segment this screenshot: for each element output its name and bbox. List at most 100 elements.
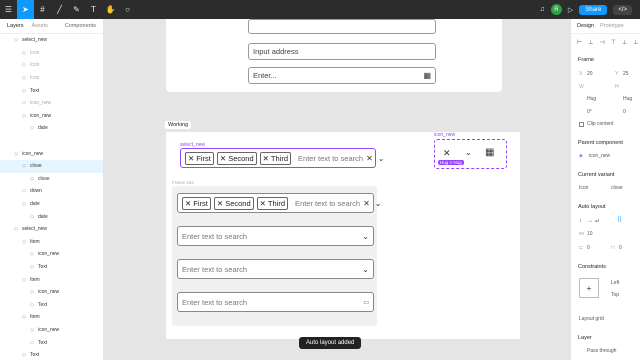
constraint-horizontal[interactable]: Left [611, 280, 619, 286]
layer-row[interactable]: ◇ Text [0, 349, 103, 360]
layer-row[interactable]: ◇ Item [0, 273, 103, 286]
chip[interactable]: ✕ Second [213, 196, 254, 210]
layer-row[interactable]: ◇ Text [0, 298, 103, 311]
pen-tool-icon[interactable]: ╱ [51, 0, 68, 19]
width-mode[interactable]: Hug [587, 96, 596, 102]
working-frame-label[interactable]: Working [165, 121, 192, 129]
height-mode[interactable]: Hug [623, 96, 632, 102]
chip[interactable]: ✕ First [182, 196, 211, 210]
chip[interactable]: ✕ Third [259, 151, 292, 165]
layer-row[interactable]: ◇ Text [0, 261, 103, 274]
tab-assets[interactable]: Assets [32, 23, 49, 29]
gap-value[interactable]: 10 [587, 231, 593, 237]
horizontal-direction-icon[interactable]: → [587, 218, 593, 224]
wrap-direction-icon[interactable]: ↵ [595, 218, 600, 225]
chevron-down-icon[interactable]: ⌄ [362, 232, 369, 241]
blend-mode-select[interactable]: Pass through [587, 348, 616, 354]
alignment-grid-icon[interactable]: ⠿ [617, 216, 622, 224]
layer-row[interactable]: ◇ Text [0, 336, 103, 349]
share-button[interactable]: Share [579, 4, 608, 15]
layer-row[interactable]: ◇ date [0, 198, 103, 211]
chevron-down-icon[interactable]: ⌄ [362, 265, 369, 274]
close-icon[interactable]: ✕ [217, 199, 223, 208]
clear-icon[interactable]: ✕ [363, 199, 370, 208]
rotation-value[interactable]: 0° [587, 109, 592, 115]
close-icon[interactable]: ✕ [185, 199, 191, 208]
components-dropdown[interactable]: Components [65, 23, 96, 29]
layer-row[interactable]: ◇ close [0, 173, 103, 186]
layer-row[interactable]: ◇ date [0, 122, 103, 135]
play-icon[interactable]: ▷ [568, 6, 573, 14]
comment-tool-icon[interactable]: ○ [119, 0, 136, 19]
address-input[interactable]: Input address [248, 43, 436, 60]
shape-tool-icon[interactable]: ✎ [68, 0, 85, 19]
avatar[interactable]: R [550, 4, 562, 15]
align-right-icon[interactable]: ⊣ [599, 39, 604, 46]
frame-tool-icon[interactable]: # [34, 0, 51, 19]
dev-mode-button[interactable]: </> [613, 4, 632, 15]
chip[interactable]: ✕ Second [216, 151, 257, 165]
form-frame[interactable]: Input address Enter... ▦ [166, 19, 502, 92]
constraints-widget[interactable]: + [579, 278, 599, 298]
layer-row[interactable]: ◇ select_new [0, 34, 103, 47]
select-empty[interactable]: Enter text to search ⌄ [177, 226, 374, 246]
chip[interactable]: ✕ First [185, 151, 214, 165]
parent-component-value[interactable]: icon_new [589, 153, 610, 159]
chip[interactable]: ✕ Third [256, 196, 289, 210]
layer-row[interactable]: ◇ icon_new [0, 324, 103, 337]
hand-tool-icon[interactable]: ✋ [102, 0, 119, 19]
close-icon[interactable]: ✕ [188, 154, 194, 163]
top-partial-input[interactable] [248, 19, 436, 34]
layer-row[interactable]: ◇ date [0, 210, 103, 223]
move-tool-icon[interactable]: ➤ [17, 0, 34, 19]
layer-row[interactable] [0, 135, 103, 148]
close-icon[interactable]: ✕ [443, 148, 451, 159]
align-center-icon[interactable]: ⊥ [588, 39, 593, 46]
canvas[interactable]: Input address Enter... ▦ Working select_… [104, 19, 570, 360]
align-bottom-icon[interactable]: ⊥ [633, 39, 638, 46]
layer-row[interactable]: ◇ Item [0, 311, 103, 324]
layer-row[interactable]: ◇ close [0, 159, 103, 173]
layer-row[interactable]: ◇ icon_new [0, 286, 103, 299]
text-tool-icon[interactable]: T [85, 0, 102, 19]
clip-content-checkbox[interactable] [579, 122, 584, 127]
layer-row[interactable]: ◇ Item [0, 236, 103, 249]
layer-row[interactable]: ◇ icon_new [0, 147, 103, 160]
calendar-icon[interactable]: ▦ [485, 147, 494, 158]
layer-row[interactable]: ◇ select_new [0, 223, 103, 236]
tab-design[interactable]: Design [577, 23, 594, 29]
down-icon[interactable]: ⌄ [465, 148, 472, 157]
select-new-instance[interactable]: ✕ First ✕ Second ✕ Third Enter text to sear… [180, 148, 384, 168]
keyboard-icon[interactable]: ▭ [363, 299, 369, 306]
radius-value[interactable]: 0 [623, 109, 626, 115]
select-empty[interactable]: Enter text to search ⌄ [177, 259, 374, 279]
variant-value-select[interactable]: close [611, 185, 623, 191]
layer-row[interactable]: ◇ Icon [0, 72, 103, 85]
menu-icon[interactable]: ☰ [0, 0, 17, 19]
align-top-icon[interactable]: ⊤ [611, 39, 616, 46]
layer-row[interactable]: ◇ Icon [0, 59, 103, 72]
close-icon[interactable]: ✕ [260, 199, 266, 208]
date-input[interactable]: Enter... ▦ [248, 67, 436, 84]
headphones-icon[interactable]: ♫ [540, 6, 545, 13]
layout-grid-title[interactable]: Layout grid [579, 316, 604, 322]
padding-vertical-value[interactable]: 0 [619, 245, 622, 251]
layer-row[interactable]: ◇ down [0, 185, 103, 198]
tab-prototype[interactable]: Prototype [600, 23, 624, 29]
constraint-vertical[interactable]: Top [611, 292, 619, 298]
y-value[interactable]: 25 [623, 71, 629, 77]
layer-row[interactable]: ◇ Text [0, 84, 103, 97]
close-icon[interactable]: ✕ [263, 154, 269, 163]
layer-row[interactable]: ◇ icon_new [0, 97, 103, 110]
layer-row[interactable]: ◇ icon_new [0, 248, 103, 261]
align-left-icon[interactable]: ⊢ [577, 39, 582, 46]
align-middle-icon[interactable]: ⊥ [622, 39, 627, 46]
calendar-icon[interactable]: ▦ [423, 71, 431, 80]
select-multi[interactable]: ✕ First ✕ Second ✕ Third Enter text to sear… [177, 193, 381, 213]
working-frame[interactable]: select_new ✕ First ✕ Second ✕ Third Enter t… [166, 132, 520, 339]
padding-horizontal-value[interactable]: 0 [587, 245, 590, 251]
select-date[interactable]: Enter text to search ▭ [177, 292, 374, 312]
vertical-direction-icon[interactable]: ↓ [579, 218, 582, 224]
layer-row[interactable]: ◇ Icon [0, 47, 103, 60]
tab-layers[interactable]: Layers [7, 23, 24, 29]
